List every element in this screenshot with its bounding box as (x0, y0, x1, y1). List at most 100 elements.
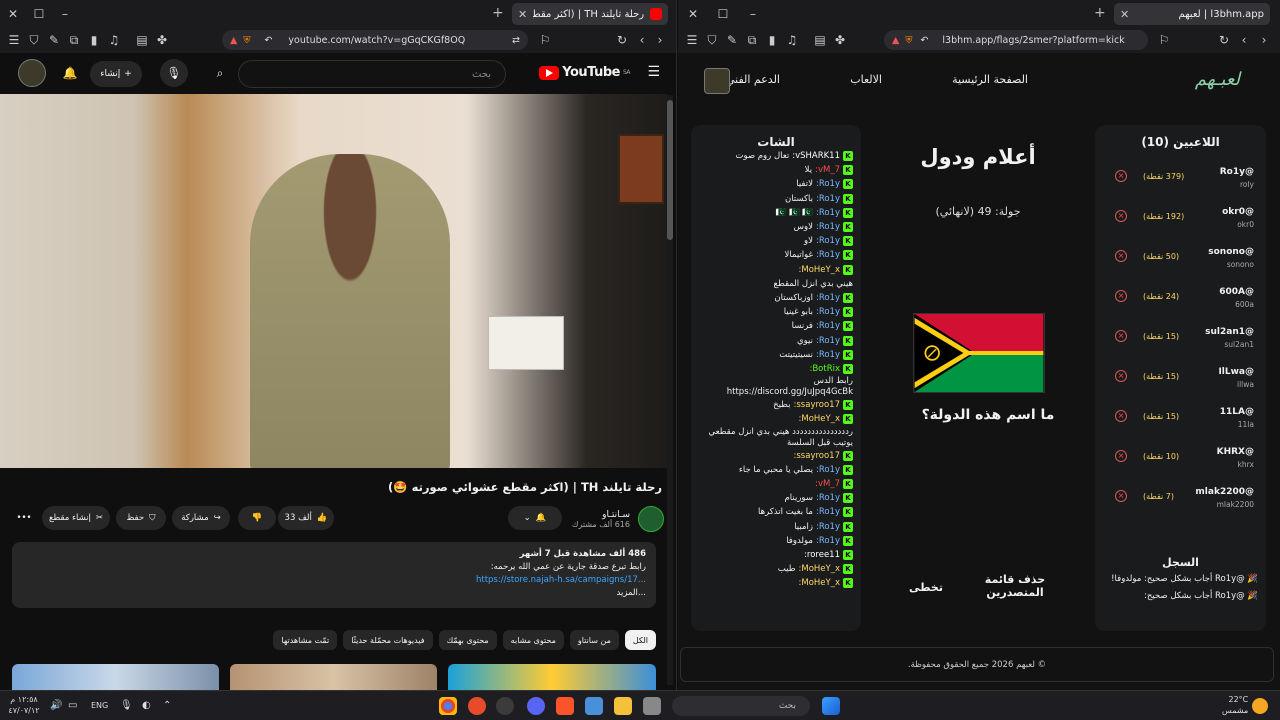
dislike-button[interactable]: 👎 (238, 506, 276, 530)
chat-username[interactable]: vM_7: (815, 477, 840, 491)
reader-icon[interactable]: ▤ (810, 33, 830, 47)
new-tab-icon[interactable]: + (1094, 5, 1106, 21)
screenshot-icon[interactable]: ⧉ (64, 33, 84, 48)
remove-player-icon[interactable]: × (1115, 170, 1127, 182)
reload-icon[interactable]: ↶ (264, 35, 272, 46)
chat-username[interactable]: Ro1y: (816, 192, 840, 206)
reload-icon[interactable]: ↶ (920, 35, 928, 46)
search-icon[interactable]: ⌕ (206, 59, 234, 87)
subscribe-button[interactable]: ⌄ 🔔 (508, 506, 562, 530)
refresh-icon[interactable]: ↻ (1214, 33, 1234, 47)
shield-icon[interactable]: ⛉ (702, 33, 722, 48)
tab-close-icon[interactable]: ✕ (518, 8, 527, 21)
chat-username[interactable]: Ro1y: (816, 206, 840, 220)
forward-icon[interactable]: › (650, 33, 670, 47)
chat-username[interactable]: Ro1y: (816, 248, 840, 262)
store-icon[interactable] (585, 697, 603, 715)
sidebar-icon[interactable]: ▮ (762, 33, 782, 47)
chip-for-you[interactable]: محتوى بهمّك (438, 630, 497, 650)
chip-channel[interactable]: من سانتاو (569, 630, 619, 650)
remove-player-icon[interactable]: × (1115, 330, 1127, 342)
minimize-window-icon[interactable]: – (52, 0, 78, 27)
remove-player-icon[interactable]: × (1115, 450, 1127, 462)
app-icon[interactable] (643, 697, 661, 715)
video-description[interactable]: 486 ألف مشاهدة قبل 7 أشهر رابط تبرع صدقة… (12, 542, 656, 608)
nav-games[interactable]: الالعاب (850, 73, 882, 86)
discord-icon[interactable] (527, 697, 545, 715)
weather-widget[interactable]: 22°C مشمس (1222, 694, 1248, 716)
taskbar-clock[interactable]: ١٢:٥٨ م ٤٧/٠٧/١٢ (6, 694, 42, 716)
chat-username[interactable]: MoHeY_x: (798, 562, 840, 576)
chat-username[interactable]: BotRix: (809, 362, 840, 376)
chat-username[interactable]: Ro1y: (816, 234, 840, 248)
chat-username[interactable]: Ro1y: (816, 520, 840, 534)
clip-button[interactable]: إنشاء مقطع ✂ (42, 506, 110, 530)
show-hidden-icons[interactable]: ⌃ (163, 700, 171, 711)
mic-icon[interactable]: 🎙 (160, 59, 188, 87)
tab-youtube[interactable]: ✕ رحلة تايلند TH | (اكثر مقطع عش... (512, 3, 668, 25)
chat-username[interactable]: ssayroo17: (794, 449, 841, 463)
menu-icon[interactable]: ☰ (4, 33, 24, 47)
reader-icon[interactable]: ▤ (132, 33, 152, 47)
back-icon[interactable]: ‹ (1234, 33, 1254, 47)
channel-info[interactable]: سـانتـاو 616 ألف مشترك (572, 506, 664, 532)
nav-home[interactable]: الصفحة الرئيسية (952, 73, 1028, 86)
menu-icon[interactable]: ☰ (682, 33, 702, 47)
remove-player-icon[interactable]: × (1115, 370, 1127, 382)
clear-leaderboard-button[interactable]: حذف قائمة المتصدرين (970, 573, 1060, 599)
youtube-logo[interactable]: YouTube SA (539, 65, 631, 80)
bookmark-icon[interactable]: ⚐ (535, 33, 555, 47)
create-button[interactable]: إنشاء + (90, 61, 142, 87)
url-bar[interactable]: ▲ ⛨ ↶ youtube.com/watch?v=gGqCKGf8OQ ⇄ (222, 30, 528, 50)
avatar[interactable] (18, 59, 46, 87)
chat-username[interactable]: roree11: (804, 548, 840, 562)
chip-recent[interactable]: فيديوهات محمّلة حديثًا (343, 630, 433, 650)
app-icon[interactable] (496, 697, 514, 715)
minimize-window-icon[interactable]: – (740, 0, 766, 27)
chat-username[interactable]: MoHeY_x: (798, 263, 840, 277)
save-button[interactable]: حفظ ⛉ (116, 506, 166, 530)
music-icon[interactable]: ♫ (104, 33, 124, 47)
nav-support[interactable]: الدعم الفني (726, 73, 780, 86)
volume-icon[interactable]: 🔊 (50, 700, 62, 711)
user-avatar[interactable] (704, 68, 730, 94)
bookmark-icon[interactable]: ⚐ (1154, 33, 1174, 47)
brave-shield-icon[interactable]: ⛨ (905, 35, 912, 46)
maximize-window-icon[interactable]: ☐ (710, 0, 736, 27)
brave-shield-icon[interactable]: ⛨ (243, 35, 250, 46)
related-video-thumbnail[interactable] (448, 664, 656, 690)
skip-button[interactable]: تخطى (904, 581, 948, 594)
remove-player-icon[interactable]: × (1115, 490, 1127, 502)
chat-username[interactable]: Ro1y: (816, 491, 840, 505)
notifications-icon[interactable]: 🔔 (56, 59, 84, 87)
channel-avatar[interactable] (638, 506, 664, 532)
video-player[interactable] (0, 94, 667, 468)
page-scroll-thumb[interactable] (667, 100, 673, 240)
chat-username[interactable]: Ro1y: (816, 534, 840, 548)
puzzle-icon[interactable]: ✤ (152, 33, 172, 47)
like-button[interactable]: 33 ألف 👍 (278, 506, 334, 530)
chat-username[interactable]: Ro1y: (816, 334, 840, 348)
network-icon[interactable]: ▭ (68, 700, 77, 711)
chrome-icon[interactable] (439, 697, 457, 715)
app-icon[interactable] (468, 697, 486, 715)
chat-username[interactable]: Ro1y: (816, 177, 840, 191)
chat-username[interactable]: Ro1y: (816, 220, 840, 234)
music-icon[interactable]: ♫ (782, 33, 802, 47)
related-video-thumbnail[interactable] (230, 664, 437, 690)
chat-username[interactable]: Ro1y: (816, 319, 840, 333)
guide-menu-icon[interactable]: ☰ (647, 64, 660, 80)
chip-watched[interactable]: تمّت مشاهدتها (273, 630, 338, 650)
screenshot-icon[interactable]: ⧉ (742, 33, 762, 48)
chip-all[interactable]: الكل (624, 630, 656, 650)
brave-icon[interactable] (556, 697, 574, 715)
search-input[interactable]: بحث (238, 60, 506, 88)
start-icon[interactable] (822, 697, 840, 715)
site-logo[interactable]: لعبـهم (1195, 69, 1240, 90)
mic-tray-icon[interactable]: 🎙 (120, 700, 133, 711)
related-video-thumbnail[interactable] (12, 664, 219, 690)
description-more[interactable]: ...المزيد (22, 587, 647, 600)
forward-icon[interactable]: › (1254, 33, 1274, 47)
extension-icon[interactable]: ✎ (44, 33, 64, 47)
close-window-icon[interactable]: ✕ (0, 0, 26, 27)
